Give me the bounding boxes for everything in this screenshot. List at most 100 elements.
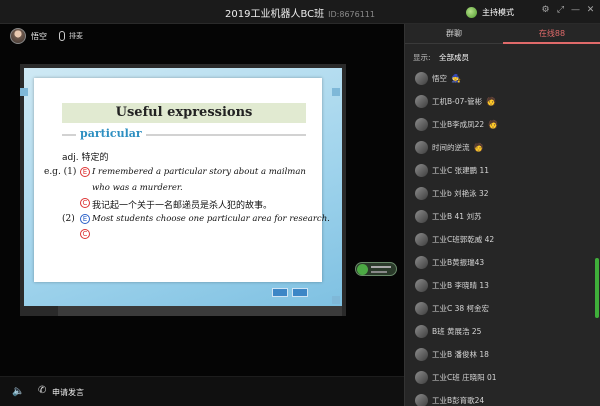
prev-slide-button[interactable] [272,288,288,297]
signal-bar [371,266,391,268]
member-avatar [415,325,428,338]
teacher-name: 悟空 [31,31,47,41]
title-bar: 2019工业机器人BC班 ID:8676111 主持模式 ⚙ ⤢ — ✕ [0,0,600,24]
slide-corner-decor [332,88,340,96]
member-item[interactable]: 工业B黄振瑞43 [405,251,595,274]
member-item[interactable]: 时间的逆流 🧑 [405,136,595,159]
slide-corner-decor [20,88,28,96]
divider [146,134,306,136]
next-slide-button[interactable] [292,288,308,297]
settings-icon[interactable]: ⚙ [540,5,551,16]
member-name: 工业C 张建鹏 11 [432,166,490,175]
member-avatar [415,394,428,406]
member-name: 工业B 李晓晴 13 [432,281,489,290]
member-name: 工业B李成凤22 [432,120,485,129]
speaker-icon[interactable]: 🔈 [12,386,24,397]
bottom-toolbar: 🔈 ✆ 申请发言 [0,376,404,406]
member-avatar [415,210,428,223]
member-avatar [415,371,428,384]
signal-bar [371,271,387,273]
member-item[interactable]: 悟空 🧙 [405,67,595,90]
host-mode-label: 主持模式 [482,7,514,17]
role-badge-icon: 🧑 [486,96,497,106]
member-item[interactable]: 工业B李成凤22 🧑 [405,113,595,136]
member-item[interactable]: 工业b 刘艳泳 32 [405,182,595,205]
member-name: 工业C班郭乾威 42 [432,235,495,244]
example-2-english: Most students choose one particular area… [92,214,330,224]
room-id: ID:8676111 [328,10,375,19]
host-mode-toggle[interactable]: 主持模式 [466,5,514,19]
example-1-prefix: e.g. (1) [44,167,77,177]
tab-group-chat[interactable]: 群聊 [405,24,503,44]
apply-speak-button[interactable]: 申请发言 [52,387,84,398]
member-name: 工业b 刘艳泳 32 [432,189,489,198]
signal-icon [357,264,368,275]
member-name: 工机B-07-管彬 [432,97,483,106]
class-name: 2019工业机器人BC班 [225,9,325,20]
slide-corner-decor [332,296,340,304]
slide-bottom-strip [58,306,342,316]
role-badge-icon: 🧑 [473,142,484,152]
role-badge-icon: 🧙 [451,73,461,83]
example-1-english: I remembered a particular story about a … [92,167,306,177]
divider [62,134,76,136]
member-item[interactable]: 工业C班郭乾威 42 [405,228,595,251]
member-item[interactable]: 工业C班 庄晓阳 01 [405,366,595,389]
example-1-english-cont: who was a murderer. [92,183,183,193]
member-item[interactable]: B班 黄展浩 25 [405,320,595,343]
member-item[interactable]: 工业C 张建鹏 11 [405,159,595,182]
close-icon[interactable]: ✕ [585,5,596,16]
member-name: 工业C班 庄晓阳 01 [432,373,497,382]
minimize-icon[interactable]: — [570,5,581,16]
part-of-speech: adj. 特定的 [62,153,109,163]
member-item[interactable]: 工机B-07-管彬 🧑 [405,90,595,113]
member-filter-select[interactable]: 全部成员 [439,52,469,63]
slide-title: Useful expressions [62,103,306,123]
member-avatar [415,302,428,315]
english-marker: E [80,167,90,177]
member-item[interactable]: 工业B 李晓晴 13 [405,274,595,297]
slide-keyword: particular [80,127,142,140]
member-avatar [415,118,428,131]
member-panel: 群聊 在线88 显示: 全部成员 悟空 🧙 工机B-07-管彬 🧑 工业B李成凤22 🧑 时… [404,24,600,406]
member-avatar [415,95,428,108]
member-avatar [415,233,428,246]
member-avatar [415,164,428,177]
member-name: B班 黄展浩 25 [432,327,482,336]
mic-queue-label[interactable]: 排麦 [69,31,83,41]
member-name: 工业C 38 柯金宏 [432,304,490,313]
filter-label: 显示: [413,53,431,62]
example-1-chinese: 我记起一个关于一名邮递员是杀人犯的故事。 [92,201,273,211]
english-marker: E [80,214,90,224]
slide-nav [272,288,308,297]
member-item[interactable]: 工业B 潘俊林 18 [405,343,595,366]
member-name: 悟空 [432,74,447,83]
tab-online[interactable]: 在线88 [503,24,600,44]
mic-icon[interactable] [59,31,65,41]
window-controls: ⚙ ⤢ — ✕ [540,5,596,16]
member-list-scrollbar[interactable] [595,258,599,318]
role-badge-icon: 🧑 [488,119,499,129]
member-name: 工业B彭育歌24 [432,396,485,405]
teacher-info: 悟空 排麦 [10,28,83,44]
member-name: 时间的逆流 [432,143,470,152]
member-avatar [415,348,428,361]
member-name: 工业B 潘俊林 18 [432,350,489,359]
member-name: 工业B黄振瑞43 [432,258,485,267]
member-avatar [415,141,428,154]
phone-icon: ✆ [38,385,47,396]
member-item[interactable]: 工业B 41 刘苏 [405,205,595,228]
member-item[interactable]: 工业B彭育歌24 [405,389,595,406]
expand-icon[interactable]: ⤢ [555,5,566,16]
member-avatar [415,187,428,200]
network-status-chip[interactable] [355,262,397,276]
host-mode-icon [466,6,477,18]
member-list: 悟空 🧙 工机B-07-管彬 🧑 工业B李成凤22 🧑 时间的逆流 🧑 工业C 张建鹏 11 工业… [405,67,595,406]
chinese-marker: C [80,229,90,239]
teacher-avatar[interactable] [10,28,26,44]
panel-tabs: 群聊 在线88 [405,24,600,44]
chinese-marker: C [80,198,90,208]
member-item[interactable]: 工业C 38 柯金宏 [405,297,595,320]
member-name: 工业B 41 刘苏 [432,212,482,221]
member-avatar [415,256,428,269]
